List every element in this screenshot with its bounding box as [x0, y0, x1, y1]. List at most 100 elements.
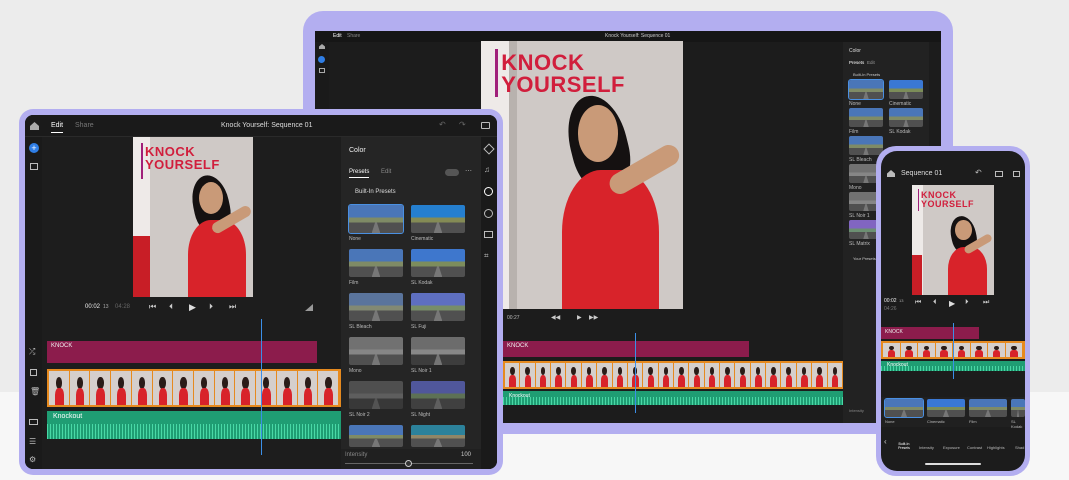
laptop-video-track[interactable] — [503, 361, 845, 389]
laptop-preset-film[interactable] — [849, 108, 883, 127]
phone-play-icon[interactable]: ▶ — [949, 299, 955, 308]
tablet-tab-share[interactable]: Share — [75, 122, 94, 129]
laptop-step-forward-icon[interactable]: ▶▶ — [589, 314, 598, 321]
laptop-tab-share[interactable]: Share — [347, 33, 360, 39]
tablet-fullscreen-icon[interactable] — [305, 304, 313, 311]
tablet-tab-edit[interactable]: Edit — [51, 122, 64, 133]
phone-preset-sl-kodak[interactable] — [1011, 399, 1025, 417]
tablet-redo-icon[interactable]: ↷ — [459, 120, 466, 129]
tablet-undo-icon[interactable]: ↶ — [439, 120, 446, 129]
phone-preset-cinematic[interactable] — [927, 399, 965, 417]
laptop-preset-label-none: None — [849, 101, 861, 107]
tablet-intensity-knob[interactable] — [405, 460, 412, 467]
phone-comment-icon[interactable] — [1013, 171, 1020, 177]
tablet-add-icon[interactable]: + — [29, 143, 39, 153]
phone-preset-none[interactable] — [884, 398, 924, 418]
laptop-step-back-icon[interactable]: ◀◀ — [551, 314, 560, 321]
tablet-duplicate-icon[interactable] — [30, 369, 37, 376]
phone-tool-bar: ‹ Built-In Presets Intensity Exposure Co… — [881, 431, 1025, 455]
laptop-preset-none[interactable] — [848, 79, 884, 100]
tablet-split-icon[interactable]: ⤮ — [29, 347, 35, 357]
laptop-preset-sl-bleach[interactable] — [849, 136, 883, 155]
tablet-tab-presets[interactable]: Presets — [349, 169, 370, 178]
phone-playhead[interactable] — [953, 323, 954, 379]
laptop-timecode: 00:27 — [507, 315, 520, 321]
tablet-effects-icon[interactable] — [484, 231, 493, 238]
tablet-shapes-icon[interactable] — [483, 143, 495, 155]
phone-home-icon[interactable] — [887, 170, 895, 177]
tablet-video-track[interactable] — [47, 369, 341, 407]
tablet-preset-sl-bleach[interactable] — [349, 293, 403, 321]
phone-step-back-icon[interactable]: ⏴ — [933, 299, 937, 307]
laptop-preset-sl-kodak[interactable] — [889, 108, 923, 127]
laptop-clip-title[interactable]: KNOCK — [503, 341, 749, 357]
laptop-tab-presets[interactable]: Presets — [849, 60, 864, 65]
laptop-tab-edit[interactable]: Edit — [333, 33, 342, 39]
tablet-speed-icon[interactable] — [484, 209, 493, 218]
phone-timeline: KNOCK Knockout — [881, 323, 1025, 383]
tablet-delete-icon[interactable]: 🗑 — [30, 387, 40, 396]
phone-tool-built-in-presets[interactable]: Built-In Presets — [895, 442, 913, 451]
tablet-preset-sl-kodak[interactable] — [411, 249, 465, 277]
tablet-go-end-icon[interactable]: ⏭ — [229, 302, 236, 312]
tablet-audio-track[interactable]: Knockout — [47, 411, 341, 439]
tablet-media-icon[interactable] — [30, 163, 38, 170]
tablet-go-start-icon[interactable]: ⏮ — [149, 302, 156, 312]
tablet-more-icon[interactable]: ⋯ — [465, 167, 472, 175]
laptop-tab-edit-panel[interactable]: Edit — [867, 60, 875, 65]
tablet-preset-cinematic[interactable] — [411, 205, 465, 233]
tablet-playhead[interactable] — [261, 319, 262, 455]
tablet-home-icon[interactable] — [30, 122, 39, 130]
laptop-play-icon[interactable]: ▶ — [577, 314, 582, 321]
media-icon[interactable] — [319, 68, 325, 73]
laptop-playhead[interactable] — [635, 333, 636, 413]
tablet-preset-label-mono: Mono — [349, 368, 362, 374]
tablet-audio-icon[interactable]: ♫ — [484, 165, 490, 174]
tablet-preset-sl-fuji[interactable] — [411, 293, 465, 321]
tablet-color-icon[interactable] — [484, 187, 493, 196]
phone-tool-shadows[interactable]: Shad — [1015, 445, 1024, 450]
tablet-preset-mono[interactable] — [349, 337, 403, 365]
phone-go-start-icon[interactable]: ⏮ — [915, 299, 921, 307]
phone-share-icon[interactable] — [995, 171, 1003, 177]
tablet-preset-sl-noir-1[interactable] — [411, 337, 465, 365]
tablet-captions-icon[interactable] — [29, 419, 38, 425]
tablet-crop-icon[interactable]: ⌗ — [484, 251, 489, 261]
tablet-play-icon[interactable]: ▶ — [189, 302, 196, 313]
tablet-preset-sl-noir-2[interactable] — [349, 381, 403, 409]
tablet-transport-bar: 00:02 13 04:28 ⏮ ⏴ ▶ ⏵ ⏭ ≡ — [43, 301, 354, 315]
home-icon[interactable] — [319, 44, 325, 49]
tablet-toggle[interactable] — [445, 169, 459, 176]
tablet-preset-extra-1[interactable] — [349, 425, 403, 447]
tablet-audio-label: Knockout — [53, 413, 83, 420]
tablet-preset-extra-2[interactable] — [411, 425, 465, 447]
tablet-step-forward-icon[interactable]: ⏵ — [209, 302, 213, 312]
laptop-preset-label-mono: Mono — [849, 185, 862, 191]
laptop-audio-track[interactable]: Knockout — [503, 391, 845, 405]
tablet-clip-bar[interactable]: KNOCK — [47, 341, 317, 363]
phone-top-bar: Sequence 01 ↶ — [881, 165, 1025, 183]
laptop-preset-cinematic[interactable] — [889, 80, 923, 99]
laptop-audio-label: Knockout — [509, 393, 530, 399]
phone-back-icon[interactable]: ‹ — [884, 437, 887, 446]
phone-clip-bar[interactable]: KNOCK — [881, 327, 979, 339]
tablet-step-back-icon[interactable]: ⏴ — [169, 302, 173, 312]
tablet-preset-none[interactable] — [348, 204, 404, 234]
add-icon[interactable] — [318, 56, 325, 63]
phone-step-forward-icon[interactable]: ⏵ — [965, 299, 969, 307]
phone-time-total: 04:26 — [884, 306, 897, 312]
phone-preset-film[interactable] — [969, 399, 1007, 417]
phone-tool-intensity[interactable]: Intensity — [919, 445, 934, 450]
phone-go-end-icon[interactable]: ⏭ — [983, 299, 989, 307]
tablet-timeline: KNOCK Knockout — [43, 319, 341, 469]
tablet-comment-icon[interactable] — [481, 122, 490, 129]
tablet-preset-film[interactable] — [349, 249, 403, 277]
tablet-tab-edit-panel[interactable]: Edit — [381, 169, 391, 175]
phone-undo-icon[interactable]: ↶ — [975, 168, 982, 177]
phone-tool-exposure[interactable]: Exposure — [943, 445, 960, 450]
phone-tool-contrast[interactable]: Contrast — [967, 445, 982, 450]
tablet-preset-sl-night[interactable] — [411, 381, 465, 409]
tablet-settings-icon[interactable]: ⚙ — [29, 455, 36, 464]
tablet-list-icon[interactable]: ☰ — [29, 437, 36, 446]
phone-tool-highlights[interactable]: Highlights — [987, 445, 1005, 450]
